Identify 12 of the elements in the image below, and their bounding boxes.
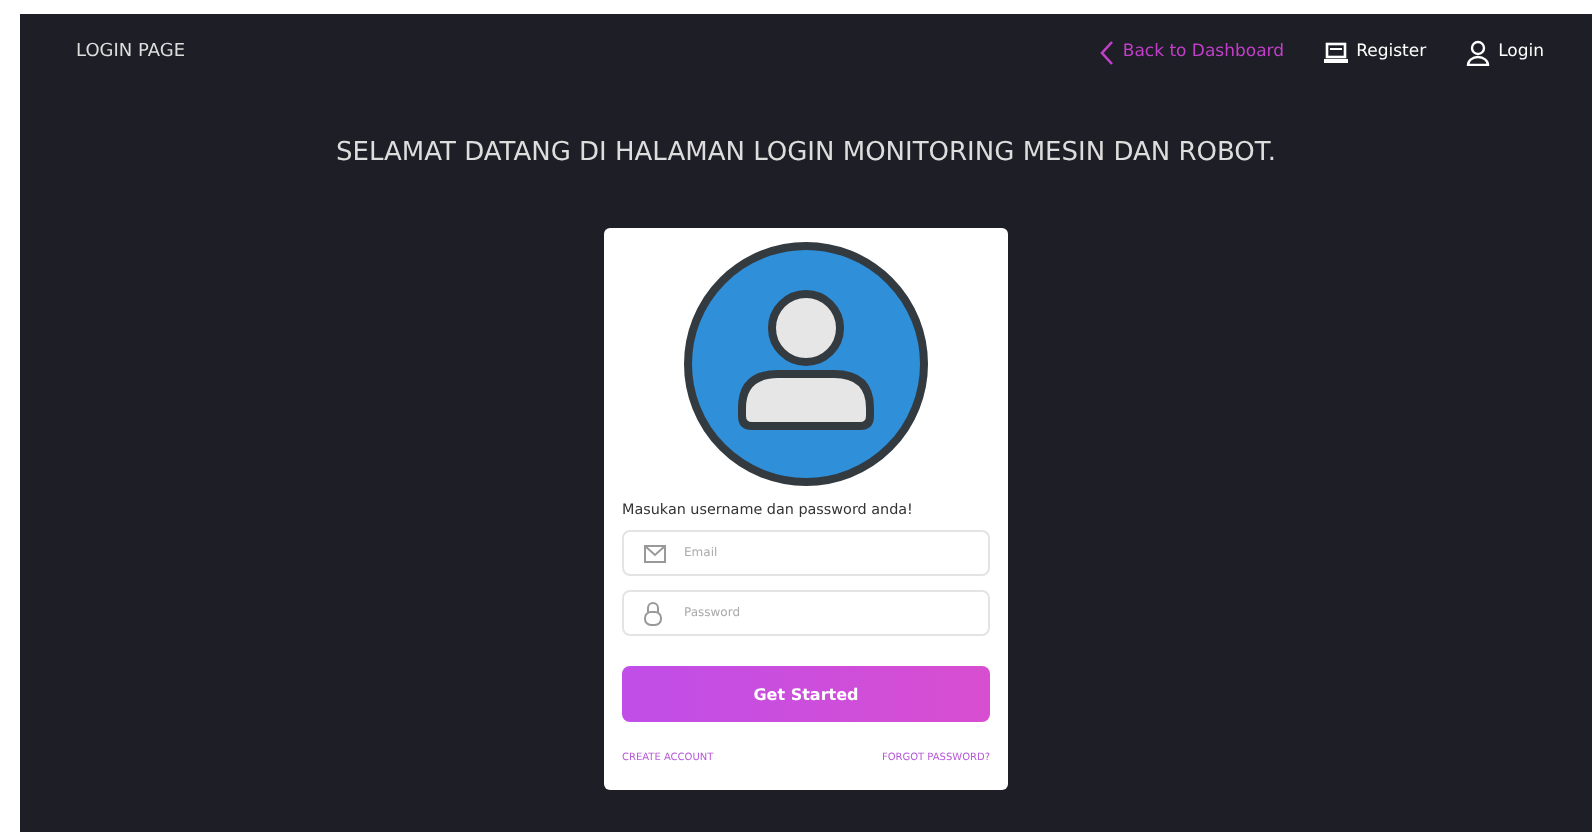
user-icon <box>1466 39 1491 65</box>
get-started-button[interactable]: Get Started <box>622 666 990 722</box>
register-link[interactable]: Register <box>1324 39 1427 65</box>
back-link[interactable]: Back to Dashboard <box>1100 39 1285 65</box>
login-link[interactable]: Login <box>1466 39 1544 65</box>
lock-icon <box>644 601 662 625</box>
envelope-icon <box>644 544 666 562</box>
welcome-heading: SELAMAT DATANG DI HALAMAN LOGIN MONITORING MESIN DAN ROBOT. <box>336 138 1276 168</box>
laptop-icon <box>1324 41 1349 63</box>
user-avatar-icon <box>682 240 930 488</box>
back-chevron-icon <box>1100 39 1115 65</box>
brand-title: LOGIN PAGE <box>76 42 186 62</box>
